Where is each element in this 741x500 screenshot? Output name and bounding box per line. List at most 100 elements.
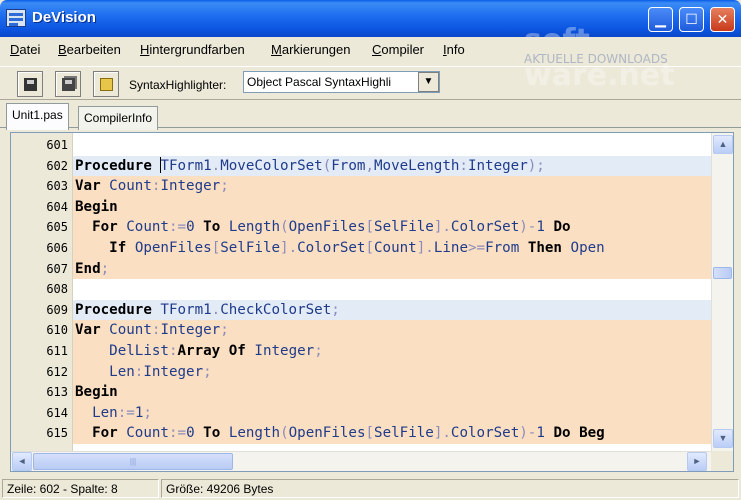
code-line[interactable]: 612 Len:Integer;	[11, 361, 711, 383]
status-file-size: Größe: 49206 Bytes	[161, 479, 739, 498]
code-token: ;	[220, 178, 229, 195]
scroll-left-button[interactable]: ◄	[12, 452, 32, 471]
code-line[interactable]: 603 Var Count:Integer;	[11, 176, 711, 197]
save-button[interactable]	[17, 71, 43, 97]
code-token: Line	[433, 239, 468, 256]
status-cursor-position: Zeile: 602 - Spalte: 8	[2, 479, 159, 498]
menu-bearbeiten[interactable]: Bearbeiten	[58, 42, 121, 57]
code-line[interactable]: 608	[11, 279, 711, 300]
vertical-scroll-thumb[interactable]	[713, 267, 732, 279]
vertical-scrollbar[interactable]: ▲ ▼	[711, 133, 733, 451]
code-token: Procedure	[75, 301, 152, 318]
code-line[interactable]: 604 Begin	[11, 196, 711, 218]
code-line[interactable]: 615 For Count:=0 To Length(OpenFiles[Sel…	[11, 423, 711, 444]
code-token: 0	[186, 219, 195, 236]
code-token: :	[459, 157, 468, 174]
line-code	[73, 279, 711, 300]
tab-compilerinfo[interactable]: CompilerInfo	[78, 106, 159, 130]
scroll-up-button[interactable]: ▲	[713, 135, 733, 154]
code-token: CheckColorSet	[220, 301, 332, 318]
code-line[interactable]: 601	[11, 135, 711, 156]
tab-unit1[interactable]: Unit1.pas	[6, 103, 69, 130]
code-token: :	[168, 342, 178, 359]
menu-datei[interactable]: Datei	[10, 42, 40, 57]
code-token: Len	[109, 363, 135, 380]
code-token: ColorSet	[450, 219, 520, 236]
code-token: Integer	[143, 363, 204, 380]
menu-info[interactable]: Info	[443, 42, 465, 57]
code-token: :=	[168, 219, 187, 236]
code-token: 1	[536, 219, 545, 236]
code-token: :=	[117, 404, 135, 421]
code-token: For	[92, 425, 118, 442]
compile-button[interactable]	[93, 71, 119, 97]
code-token: Var	[75, 322, 101, 339]
line-code: Len:=1;	[73, 402, 711, 424]
line-number: 604	[46, 199, 68, 214]
code-token: TForm1	[160, 157, 212, 174]
code-token: [	[365, 239, 375, 256]
line-code	[73, 135, 711, 156]
code-token: Count	[109, 178, 152, 195]
code-token: ].	[280, 239, 298, 256]
code-token: .	[211, 157, 221, 174]
app-icon	[6, 9, 26, 27]
code-line[interactable]: 611 DelList:Array Of Integer;	[11, 340, 711, 362]
code-token: 0	[186, 425, 195, 442]
code-token: From	[331, 157, 366, 174]
line-code: Begin	[73, 196, 711, 218]
code-line[interactable]: 610 Var Count:Integer;	[11, 320, 711, 341]
highlighter-label: SyntaxHighlighter:	[129, 78, 227, 92]
line-number: 610	[46, 323, 68, 338]
code-token: )-	[519, 425, 537, 442]
menu-hintergrundfarben[interactable]: Hintergrundfarben	[140, 42, 245, 57]
scroll-down-button[interactable]: ▼	[713, 429, 733, 448]
code-token: Procedure	[75, 157, 152, 174]
menu-markierungen[interactable]: Markierungen	[271, 42, 351, 57]
code-line[interactable]: 602 Procedure TForm1.MoveColorSet(From,Mo…	[11, 155, 711, 177]
code-line[interactable]: 606 If OpenFiles[SelFile].ColorSet[Count…	[11, 237, 711, 259]
code-token: ;	[220, 322, 229, 339]
code-token: :=	[168, 425, 187, 442]
highlighter-dropdown-button[interactable]: ▼	[418, 72, 439, 92]
line-number: 613	[46, 385, 68, 400]
code-token: ;	[143, 404, 152, 421]
code-token: Len	[92, 404, 118, 421]
horizontal-scroll-thumb[interactable]: |||	[33, 453, 233, 470]
code-editor[interactable]: 601 602 Procedure TForm1.MoveColorSet(From…	[10, 132, 734, 472]
text-caret	[160, 157, 161, 173]
line-code: Begin	[73, 382, 711, 403]
code-token: Do	[553, 219, 571, 236]
horizontal-scrollbar[interactable]: ◄ ||| ►	[11, 451, 711, 471]
line-number: 606	[46, 240, 68, 255]
code-token: DelList	[109, 342, 169, 359]
code-token: >=	[468, 239, 486, 256]
code-line[interactable]: 609 Procedure TForm1.CheckColorSet;	[11, 299, 711, 321]
code-token: ;	[100, 260, 110, 277]
code-line[interactable]: 605 For Count:=0 To Length(OpenFiles[Sel…	[11, 217, 711, 238]
code-line[interactable]: 614 Len:=1;	[11, 402, 711, 424]
code-token: Then	[527, 239, 562, 256]
code-line[interactable]: 607 End;	[11, 258, 711, 280]
scroll-right-button[interactable]: ►	[687, 452, 707, 471]
highlighter-select[interactable]: Object Pascal SyntaxHighli	[243, 71, 440, 93]
save-all-button[interactable]	[55, 71, 81, 97]
code-token: ].	[433, 219, 451, 236]
line-code: End;	[73, 258, 711, 280]
code-token: Begin	[75, 198, 118, 215]
code-line[interactable]: 613 Begin	[11, 382, 711, 403]
save-all-icon	[62, 78, 75, 91]
line-number: 601	[46, 138, 68, 152]
code-token: TForm1	[160, 301, 212, 318]
code-token: Count	[374, 239, 417, 256]
menu-compiler[interactable]: Compiler	[372, 42, 424, 57]
code-token: Integer	[467, 157, 528, 174]
arrow-down-icon: ▼	[718, 433, 728, 443]
line-code: If OpenFiles[SelFile].ColorSet[Count].Li…	[73, 237, 711, 259]
code-token: ].	[433, 425, 451, 442]
scroll-corner	[711, 451, 733, 471]
code-token: Count	[126, 425, 169, 442]
